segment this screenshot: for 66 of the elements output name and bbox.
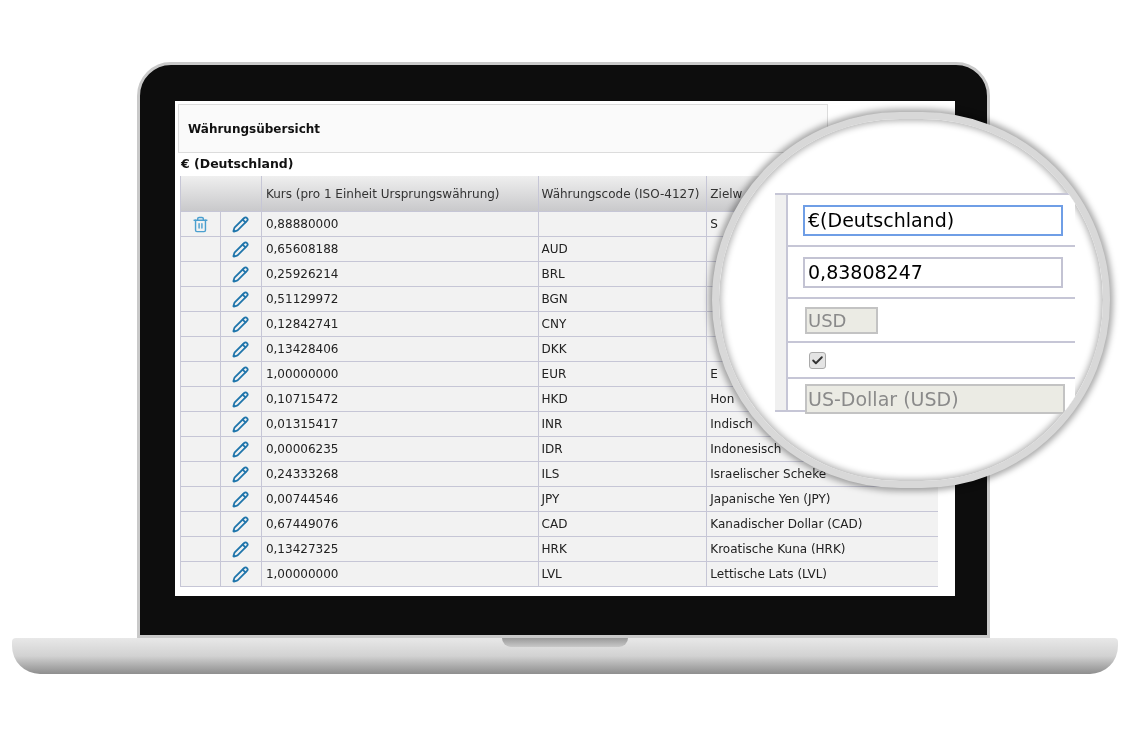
table-cell-text: HRK [541, 541, 567, 558]
table-cell-text: 0,12842741 [265, 316, 339, 333]
page-title: Währungsübersicht [188, 120, 321, 138]
table-cell-text: BRL [541, 266, 565, 283]
checkbox[interactable] [809, 351, 826, 369]
table-cell-text: LVL [541, 566, 562, 583]
column-header: Kurs (pro 1 Einheit Ursprungswährung) [261, 176, 539, 211]
table-cell-text: Japanische Yen (JPY) [710, 491, 831, 508]
edit-icon[interactable] [232, 290, 250, 308]
check-icon [811, 353, 824, 367]
table-cell-text: 0,67449076 [265, 516, 339, 533]
edit-icon[interactable] [232, 265, 250, 283]
table-cell-text: 0,13427325 [265, 541, 339, 558]
edit-icon[interactable] [232, 515, 250, 533]
column-header: Zielw [709, 185, 744, 203]
table-cell-text: Indonesisch [710, 441, 782, 458]
table-cell-text: ILS [541, 466, 560, 483]
text-field[interactable]: 0,83808247 [803, 256, 1063, 288]
table-cell-text: 1,00000000 [265, 566, 339, 583]
edit-icon[interactable] [232, 315, 250, 333]
table-cell-text: DKK [541, 341, 567, 358]
table-cell-text: IDR [541, 441, 563, 458]
table-cell-text: HKD [541, 391, 568, 408]
readonly-field: USD [805, 306, 878, 334]
edit-icon[interactable] [232, 390, 250, 408]
table-cell-text: 0,00006235 [265, 441, 339, 458]
table-cell-text: 0,00744546 [265, 491, 339, 508]
table-cell-text: AUD [541, 241, 568, 258]
edit-icon[interactable] [232, 340, 250, 358]
table-cell-text: Israelischer Scheke [710, 466, 827, 483]
table-cell-text: 0,10715472 [265, 391, 339, 408]
edit-icon[interactable] [232, 215, 250, 233]
edit-icon[interactable] [232, 240, 250, 258]
table-cell-text: EUR [541, 366, 567, 383]
table-cell-text: CAD [541, 516, 568, 533]
table-cell-text: 0,13428406 [265, 341, 339, 358]
table-cell-text: S [710, 216, 718, 233]
edit-icon[interactable] [232, 465, 250, 483]
table-cell-text: E [710, 366, 718, 383]
table-cell-text: 0,24333268 [265, 466, 339, 483]
group-title: € (Deutschland) [181, 155, 294, 174]
table-cell-text: Lettische Lats (LVL) [710, 566, 828, 583]
edit-icon[interactable] [232, 440, 250, 458]
table-cell-text: BGN [541, 291, 568, 308]
column-header: Währungscode (ISO-4127) [538, 176, 708, 211]
table-cell-text: 1,00000000 [265, 366, 339, 383]
table-cell-text: 0,01315417 [265, 416, 339, 433]
table-cell-text: Kroatische Kuna (HRK) [710, 541, 846, 558]
table-cell-text: Kanadischer Dollar (CAD) [710, 516, 863, 533]
table-cell-text: 0,51129972 [265, 291, 339, 308]
edit-icon[interactable] [232, 565, 250, 583]
table-cell-text: Hon [710, 391, 735, 408]
table-cell-text: 0,25926214 [265, 266, 339, 283]
edit-icon[interactable] [232, 365, 250, 383]
table-cell-text: JPY [541, 491, 560, 508]
trash-icon[interactable] [191, 215, 209, 233]
edit-icon[interactable] [232, 540, 250, 558]
edit-icon[interactable] [232, 415, 250, 433]
table-cell-text: INR [541, 416, 563, 433]
table-cell-text: 0,65608188 [265, 241, 339, 258]
table-cell-text: Indisch [710, 416, 753, 433]
edit-icon[interactable] [232, 490, 250, 508]
table-cell-text: 0,88880000 [265, 216, 339, 233]
readonly-field: US-Dollar (USD) [805, 384, 1065, 414]
table-cell-text: CNY [541, 316, 567, 333]
text-field[interactable]: €(Deutschland) [803, 204, 1063, 236]
